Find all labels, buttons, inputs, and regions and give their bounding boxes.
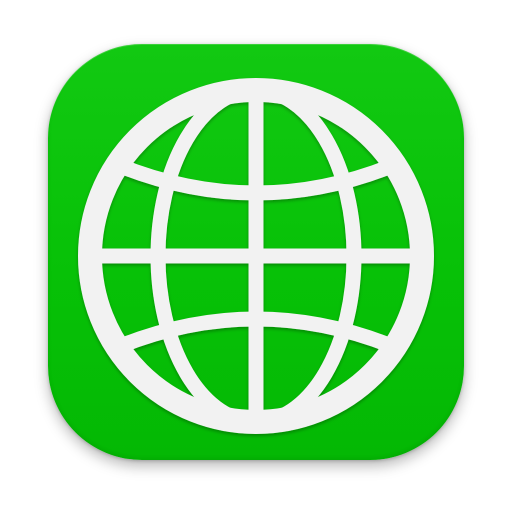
globe-icon [78, 78, 434, 434]
icon-canvas [0, 0, 512, 512]
app-icon-tile[interactable] [48, 44, 464, 460]
